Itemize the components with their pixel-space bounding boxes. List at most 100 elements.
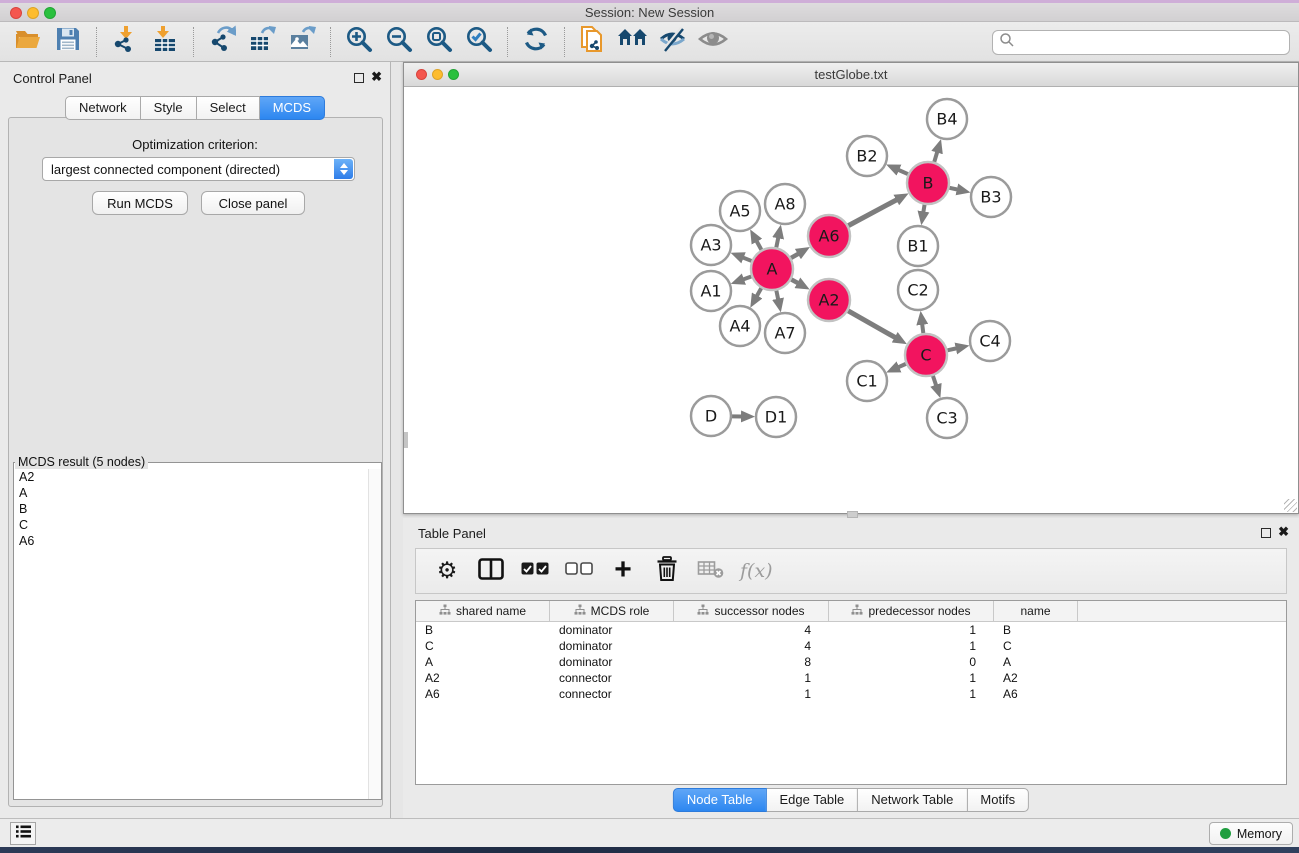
zoom-fit-button[interactable] (424, 27, 454, 57)
tab-edge-table[interactable]: Edge Table (766, 788, 858, 812)
network-vertical-scrollbar[interactable] (404, 432, 408, 448)
graph-node-A3[interactable]: A3 (691, 225, 731, 265)
table-row[interactable]: Cdominator41C (416, 638, 1286, 654)
show-columns-button[interactable] (476, 555, 506, 587)
run-mcds-button[interactable]: Run MCDS (92, 191, 188, 215)
edge-A2-C[interactable] (848, 311, 895, 338)
select-all-columns-button[interactable] (520, 555, 550, 587)
column-header-name[interactable]: name (994, 601, 1078, 621)
graph-node-B2[interactable]: B2 (847, 136, 887, 176)
edge-C-C4[interactable] (947, 348, 956, 350)
tab-network[interactable]: Network (65, 96, 141, 120)
tab-style[interactable]: Style (141, 96, 197, 120)
network-window-titlebar[interactable]: testGlobe.txt (404, 63, 1298, 87)
zoom-in-button[interactable] (344, 27, 374, 57)
edge-B-B2[interactable] (898, 170, 908, 174)
mcds-list-scrollbar[interactable] (368, 469, 381, 799)
graph-node-C2[interactable]: C2 (898, 270, 938, 310)
edge-A-A1[interactable] (743, 276, 751, 279)
edge-A-A5[interactable] (756, 241, 761, 250)
graph-node-B4[interactable]: B4 (927, 99, 967, 139)
edge-A-A8[interactable] (776, 237, 778, 247)
edge-A-A4[interactable] (757, 288, 762, 296)
column-header-MCDS-role[interactable]: MCDS role (550, 601, 674, 621)
tab-motifs[interactable]: Motifs (967, 788, 1029, 812)
graph-node-A7[interactable]: A7 (765, 313, 805, 353)
network-horizontal-scrollbar[interactable] (847, 511, 858, 518)
refresh-view-button[interactable] (521, 27, 551, 57)
edge-C-C3[interactable] (933, 376, 936, 386)
memory-button[interactable]: Memory (1209, 822, 1293, 845)
edge-A-A6[interactable] (791, 254, 799, 258)
graph-node-D1[interactable]: D1 (756, 397, 796, 437)
close-panel-icon[interactable]: ✖ (371, 69, 382, 85)
function-builder-button[interactable]: f(x) (740, 555, 773, 587)
show-hide-panel-button[interactable] (698, 27, 728, 57)
edge-B-B1[interactable] (923, 205, 924, 213)
mcds-result-list[interactable]: A2ABCA6 (14, 469, 381, 799)
import-table-button[interactable] (150, 27, 180, 57)
graph-node-A6[interactable]: A6 (808, 215, 850, 257)
network-graph[interactable]: B4 B2 B B3 A8A5 A6 A3 B1 A A1 C2 A2 A4A7 C4 C C1 D C3 D1 (404, 87, 1298, 513)
open-session-button[interactable] (13, 27, 43, 57)
criterion-select[interactable]: largest connected component (directed) (42, 157, 355, 181)
graph-node-B3[interactable]: B3 (971, 177, 1011, 217)
float-table-panel-icon[interactable] (1261, 528, 1271, 538)
graph-node-D[interactable]: D (691, 396, 731, 436)
column-header-successor-nodes[interactable]: successor nodes (674, 601, 829, 621)
delete-table-button[interactable] (696, 555, 726, 587)
edge-A-A2[interactable] (791, 280, 798, 284)
task-history-button[interactable] (10, 822, 36, 845)
edge-C-C1[interactable] (898, 364, 906, 367)
export-network-button[interactable] (207, 27, 237, 57)
edge-B-B3[interactable] (949, 188, 957, 190)
table-settings-button[interactable]: ⚙ (432, 555, 462, 587)
close-panel-button[interactable]: Close panel (201, 191, 305, 215)
toggle-graphics-details-button[interactable] (658, 27, 688, 57)
edge-B-B4[interactable] (934, 152, 937, 162)
column-header-predecessor-nodes[interactable]: predecessor nodes (829, 601, 994, 621)
tab-node-table[interactable]: Node Table (673, 788, 767, 812)
import-network-button[interactable] (110, 27, 140, 57)
delete-columns-button[interactable] (652, 555, 682, 587)
save-session-button[interactable] (53, 27, 83, 57)
graph-node-C3[interactable]: C3 (927, 398, 967, 438)
table-row[interactable]: Bdominator41B (416, 622, 1286, 638)
network-canvas[interactable]: B4 B2 B B3 A8A5 A6 A3 B1 A A1 C2 A2 A4A7 C4 C C1 D C3 D1 (404, 87, 1298, 513)
search-box[interactable] (992, 30, 1290, 55)
graph-node-C4[interactable]: C4 (970, 321, 1010, 361)
zoom-out-button[interactable] (384, 27, 414, 57)
zoom-selected-button[interactable] (464, 27, 494, 57)
home-layout-button[interactable] (618, 27, 648, 57)
close-table-panel-icon[interactable]: ✖ (1278, 524, 1289, 540)
create-column-button[interactable]: + (608, 555, 638, 587)
graph-node-A8[interactable]: A8 (765, 184, 805, 224)
graph-node-A4[interactable]: A4 (720, 306, 760, 346)
graph-node-B[interactable]: B (907, 162, 949, 204)
unselect-all-columns-button[interactable] (564, 555, 594, 587)
table-row[interactable]: Adominator80A (416, 654, 1286, 670)
graph-node-A1[interactable]: A1 (691, 271, 731, 311)
graph-node-A2[interactable]: A2 (808, 279, 850, 321)
title-bar[interactable]: Session: New Session (0, 3, 1299, 22)
edge-A6-B[interactable] (848, 200, 897, 226)
float-panel-icon[interactable] (354, 73, 364, 83)
resize-grip-icon[interactable] (1284, 499, 1297, 512)
tab-select[interactable]: Select (197, 96, 260, 120)
graph-node-A[interactable]: A (751, 248, 793, 290)
graph-node-A5[interactable]: A5 (720, 191, 760, 231)
edge-A-A7[interactable] (776, 291, 778, 300)
clone-network-button[interactable] (578, 27, 608, 57)
tab-network-table[interactable]: Network Table (858, 788, 967, 812)
column-header-shared-name[interactable]: shared name (416, 601, 550, 621)
edge-C-C2[interactable] (922, 324, 923, 333)
graph-node-C[interactable]: C (905, 334, 947, 376)
export-image-button[interactable] (287, 27, 317, 57)
search-input[interactable] (1015, 33, 1289, 53)
graph-node-C1[interactable]: C1 (847, 361, 887, 401)
export-table-button[interactable] (247, 27, 277, 57)
table-row[interactable]: A6connector11A6 (416, 686, 1286, 702)
table-row[interactable]: A2connector11A2 (416, 670, 1286, 686)
graph-node-B1[interactable]: B1 (898, 226, 938, 266)
tab-mcds[interactable]: MCDS (260, 96, 325, 120)
